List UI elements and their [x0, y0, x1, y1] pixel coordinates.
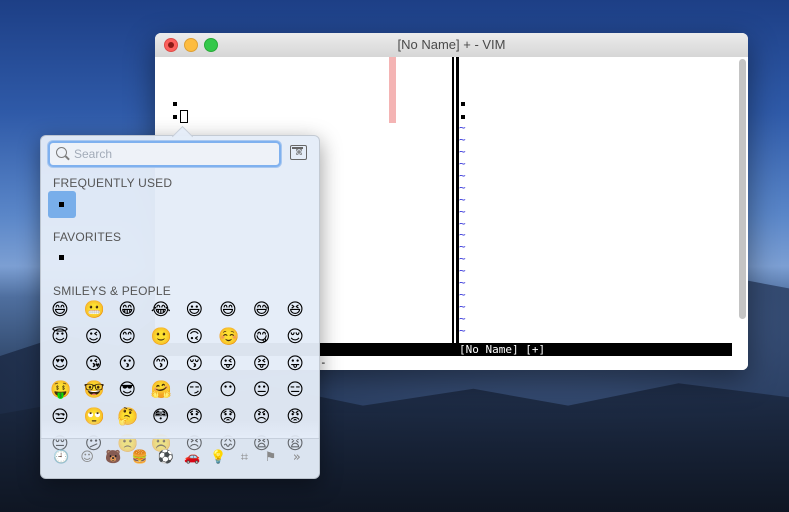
- empty-line-tilde: ~: [459, 204, 466, 218]
- emoji-item[interactable]: 🤑: [50, 380, 71, 400]
- clock-icon[interactable]: 🕘: [53, 450, 69, 466]
- section-frequently-used: FREQUENTLY USED: [53, 176, 173, 190]
- emoji-item[interactable]: ☺️: [218, 327, 239, 347]
- symbols-icon[interactable]: ⌗: [236, 450, 252, 466]
- emoji-picker: FREQUENTLY USED FAVORITES SMILEYS & PEOP…: [40, 125, 320, 479]
- title-bar[interactable]: [No Name] + - VIM: [155, 33, 748, 58]
- window-title: [No Name] + - VIM: [397, 37, 506, 52]
- emoji-item[interactable]: 😎: [117, 380, 137, 400]
- emoji-item[interactable]: 🤓: [84, 380, 105, 400]
- buffer-marker: [461, 102, 465, 106]
- emoji-item[interactable]: 😏: [184, 380, 204, 400]
- emoji-item[interactable]: 😄: [218, 300, 238, 320]
- emoji-item[interactable]: 😅: [252, 300, 272, 320]
- emoji-item[interactable]: 😃: [184, 300, 204, 320]
- search-field[interactable]: [48, 141, 281, 167]
- emoji-item[interactable]: 😊: [117, 327, 137, 347]
- search-input[interactable]: [72, 145, 276, 163]
- status-text: [No Name] [+]: [459, 343, 546, 356]
- emoji-item[interactable]: 😌: [285, 327, 305, 347]
- category-bar: 🕘 ☺ 🐻 🍔 ⚽ 🚗 💡 ⌗ ⚑ »: [41, 438, 319, 479]
- buffer-marker: [173, 102, 177, 106]
- frequent-item[interactable]: [48, 191, 76, 218]
- scrollbar[interactable]: [739, 59, 746, 319]
- frequent-item-glyph: [59, 202, 64, 207]
- section-smileys-people: SMILEYS & PEOPLE: [53, 284, 171, 298]
- emoji-item[interactable]: 😐: [252, 380, 272, 400]
- smiley-icon[interactable]: ☺: [79, 450, 95, 466]
- travel-icon[interactable]: 🚗: [184, 450, 200, 466]
- right-buffer-pane[interactable]: ~ ~ ~ ~ ~ ~ ~ ~ ~ ~ ~ ~ ~ ~ ~ ~ ~ ~: [459, 57, 729, 343]
- emoji-item[interactable]: 🤗: [151, 380, 172, 400]
- emoji-item[interactable]: 😙: [151, 354, 171, 374]
- emoji-item[interactable]: 😆: [285, 300, 305, 320]
- section-favorites: FAVORITES: [53, 230, 122, 244]
- emoji-item[interactable]: 😝: [252, 354, 272, 374]
- split-divider-line: [454, 57, 456, 343]
- bulb-icon[interactable]: 💡: [210, 450, 226, 466]
- emoji-item[interactable]: 😉: [84, 327, 104, 347]
- more-icon[interactable]: »: [289, 450, 305, 466]
- emoji-item[interactable]: 😑: [285, 380, 305, 400]
- scroll-fade: [42, 420, 318, 438]
- favorite-item[interactable]: [59, 255, 64, 260]
- search-icon: [56, 147, 67, 158]
- emoji-item[interactable]: 😚: [184, 354, 204, 374]
- food-icon[interactable]: 🍔: [132, 450, 148, 466]
- emoji-item[interactable]: 😍: [50, 354, 70, 374]
- vertical-split[interactable]: [452, 57, 459, 343]
- empty-line-tilde: ~: [459, 156, 466, 170]
- emoji-item[interactable]: 😘: [84, 354, 104, 374]
- text-cursor: [180, 110, 188, 123]
- flag-icon[interactable]: ⚑: [263, 450, 279, 466]
- empty-line-tilde: ~: [459, 180, 466, 194]
- empty-line-tildes: ~ ~ ~ ~ ~ ~ ~ ~ ~ ~ ~ ~ ~ ~ ~ ~ ~ ~: [459, 122, 469, 337]
- emoji-item[interactable]: 😋: [252, 327, 272, 347]
- emoji-item[interactable]: 😜: [218, 354, 238, 374]
- emoji-item[interactable]: 🙃: [184, 327, 204, 347]
- buffer-marker: [173, 115, 177, 119]
- empty-line-tilde: ~: [459, 192, 466, 206]
- emoji-item[interactable]: 😗: [117, 354, 137, 374]
- emoji-item[interactable]: 😶: [218, 380, 238, 400]
- buffer-marker: [461, 115, 465, 119]
- emoji-item[interactable]: 😁: [117, 300, 137, 320]
- emoji-item[interactable]: 😛: [285, 354, 305, 374]
- emoji-item[interactable]: 😬: [84, 300, 105, 320]
- empty-line-tilde: ~: [459, 323, 466, 337]
- animal-icon[interactable]: 🐻: [105, 450, 121, 466]
- sports-icon[interactable]: ⚽: [158, 450, 174, 466]
- emoji-item[interactable]: 😄: [50, 300, 70, 320]
- empty-line-tilde: ~: [459, 168, 466, 182]
- color-column: [389, 57, 396, 123]
- emoji-item[interactable]: 🙂: [151, 327, 172, 347]
- character-viewer-button[interactable]: [290, 145, 307, 160]
- command-line[interactable]: -: [320, 356, 327, 369]
- emoji-item[interactable]: 😂: [151, 300, 171, 320]
- emoji-item[interactable]: 😇: [50, 327, 70, 347]
